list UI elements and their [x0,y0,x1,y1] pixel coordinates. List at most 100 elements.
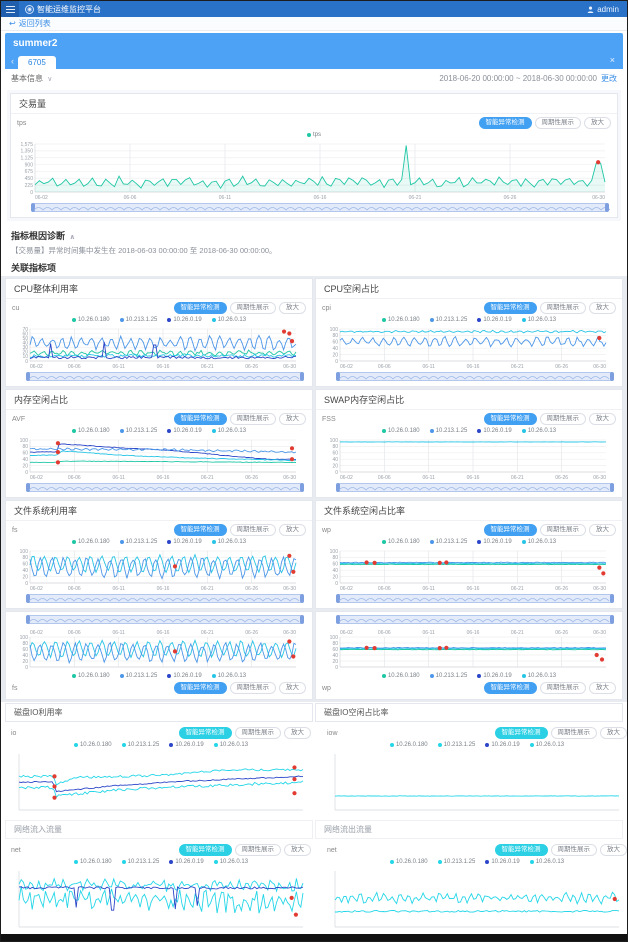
line-chart[interactable] [327,868,627,930]
legend-item[interactable]: 10.213.1.25 [120,317,158,323]
brush-handle-right[interactable] [605,203,609,212]
tab-6705[interactable]: 6705 [18,56,56,69]
line-chart[interactable]: 10080604020006-0206-0606-1106-1606-2106-… [322,626,614,670]
line-chart[interactable]: 70605040302010006-0206-0606-1106-1606-21… [12,326,304,370]
zoom-button[interactable]: 放大 [589,302,616,315]
periodic-view-button[interactable]: 周期性展示 [551,727,598,740]
legend-item[interactable]: tps [307,132,321,138]
anomaly-detect-button[interactable]: 智能异常检测 [174,302,227,315]
zoom-button[interactable]: 放大 [279,413,306,426]
legend-item[interactable]: 10.26.0.180 [74,742,112,748]
zoom-button[interactable]: 放大 [589,682,616,695]
brush-handle-right[interactable] [300,483,304,492]
line-chart[interactable]: 10080604020006-0206-0606-1106-1606-2106-… [12,437,304,481]
datazoom-brush[interactable] [336,615,614,624]
line-chart[interactable]: 10080604020006-0206-0606-1106-1606-2106-… [12,548,304,592]
periodic-view-button[interactable]: 周期性展示 [235,844,282,857]
datazoom-brush[interactable] [31,203,609,212]
legend-item[interactable]: 10.213.1.25 [430,673,468,679]
legend-item[interactable]: 10.26.0.180 [382,539,420,545]
legend-item[interactable]: 10.26.0.180 [74,859,112,865]
zoom-button[interactable]: 放大 [279,302,306,315]
datazoom-brush[interactable] [336,483,614,492]
anomaly-detect-button[interactable]: 智能异常检测 [174,524,227,537]
periodic-view-button[interactable]: 周期性展示 [551,844,598,857]
brush-handle-right[interactable] [610,594,614,603]
brush-handle-right[interactable] [610,483,614,492]
line-chart[interactable]: 10080604020006-0206-0606-1106-1606-2106-… [322,437,614,481]
legend-item[interactable]: 10.26.0.19 [477,428,511,434]
brush-handle-right[interactable] [300,615,304,624]
periodic-view-button[interactable]: 周期性展示 [230,413,277,426]
anomaly-detect-button[interactable]: 智能异常检测 [495,727,548,740]
legend-item[interactable]: 10.26.0.19 [477,673,511,679]
brush-handle-right[interactable] [610,372,614,381]
periodic-view-button[interactable]: 周期性展示 [230,682,277,695]
datazoom-brush[interactable] [26,615,304,624]
legend-item[interactable]: 10.26.0.180 [382,428,420,434]
anomaly-detect-button[interactable]: 智能异常检测 [179,844,232,857]
line-chart[interactable] [11,868,311,930]
legend-item[interactable]: 10.26.0.13 [522,317,556,323]
legend-item[interactable]: 10.26.0.180 [390,742,428,748]
legend-item[interactable]: 10.213.1.25 [430,317,468,323]
zoom-button[interactable]: 放大 [279,682,306,695]
legend-item[interactable]: 10.26.0.13 [214,742,248,748]
datazoom-brush[interactable] [336,372,614,381]
legend-item[interactable]: 10.26.0.19 [167,673,201,679]
periodic-view-button[interactable]: 周期性展示 [540,524,587,537]
periodic-view-button[interactable]: 周期性展示 [235,727,282,740]
periodic-view-button[interactable]: 周期性展示 [540,413,587,426]
legend-item[interactable]: 10.26.0.19 [485,742,519,748]
anomaly-detect-button[interactable]: 智能异常检测 [495,844,548,857]
zoom-button[interactable]: 放大 [600,844,627,857]
legend-item[interactable]: 10.26.0.19 [485,859,519,865]
zoom-button[interactable]: 放大 [600,727,627,740]
zoom-button[interactable]: 放大 [279,524,306,537]
legend-item[interactable]: 10.26.0.19 [167,539,201,545]
legend-item[interactable]: 10.213.1.25 [120,673,158,679]
anomaly-detect-button[interactable]: 智能异常检测 [174,682,227,695]
legend-item[interactable]: 10.26.0.13 [212,673,246,679]
periodic-view-button[interactable]: 周期性展示 [540,682,587,695]
legend-item[interactable]: 10.26.0.13 [522,428,556,434]
line-chart[interactable]: 10080604020006-0206-0606-1106-1606-2106-… [322,548,614,592]
datazoom-brush[interactable] [26,594,304,603]
legend-item[interactable]: 10.213.1.25 [438,859,476,865]
datazoom-brush[interactable] [26,483,304,492]
tab-prev-icon[interactable]: ‹ [11,56,14,66]
periodic-view-button[interactable]: 周期性展示 [230,302,277,315]
back-link[interactable]: ↩ 返回列表 [9,18,51,29]
basic-info-toggle[interactable]: 基本信息 ∨ [11,73,52,84]
change-date-link[interactable]: 更改 [601,73,617,84]
line-chart[interactable]: 1,5751,3501,125900675450225006-0206-0606… [17,141,613,201]
line-chart[interactable]: 10080604020006-0206-0606-1106-1606-2106-… [12,626,304,670]
legend-item[interactable]: 10.26.0.180 [72,317,110,323]
legend-item[interactable]: 10.26.0.19 [169,859,203,865]
anomaly-detect-button[interactable]: 智能异常检测 [484,413,537,426]
periodic-view-button[interactable]: 周期性展示 [535,117,582,130]
user-menu[interactable]: admin [587,5,619,14]
anomaly-detect-button[interactable]: 智能异常检测 [484,302,537,315]
legend-item[interactable]: 10.26.0.13 [212,317,246,323]
legend-item[interactable]: 10.26.0.19 [477,539,511,545]
anomaly-detect-button[interactable]: 智能异常检测 [179,727,232,740]
legend-item[interactable]: 10.213.1.25 [430,428,468,434]
anomaly-detect-button[interactable]: 智能异常检测 [479,117,532,130]
hamburger-menu-icon[interactable] [1,1,19,17]
legend-item[interactable]: 10.26.0.180 [382,317,420,323]
periodic-view-button[interactable]: 周期性展示 [540,302,587,315]
legend-item[interactable]: 10.26.0.19 [169,742,203,748]
zoom-button[interactable]: 放大 [284,727,311,740]
brush-handle-right[interactable] [300,594,304,603]
legend-item[interactable]: 10.26.0.13 [212,428,246,434]
datazoom-brush[interactable] [336,594,614,603]
legend-item[interactable]: 10.26.0.180 [72,428,110,434]
brush-handle-right[interactable] [300,372,304,381]
periodic-view-button[interactable]: 周期性展示 [230,524,277,537]
brush-handle-right[interactable] [610,615,614,624]
line-chart[interactable] [327,751,627,813]
legend-item[interactable]: 10.26.0.180 [72,673,110,679]
zoom-button[interactable]: 放大 [589,413,616,426]
close-icon[interactable]: × [610,55,615,65]
